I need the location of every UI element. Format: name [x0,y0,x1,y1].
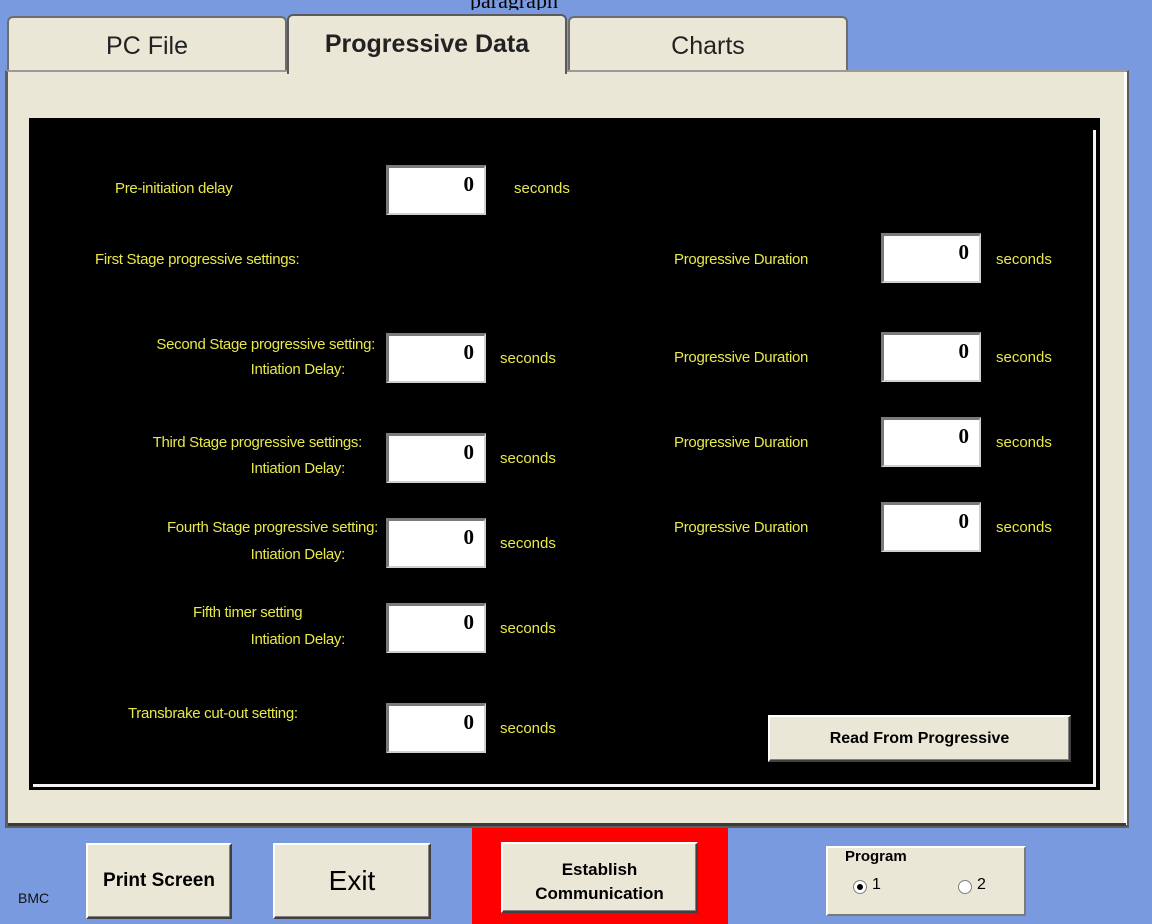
third-stage-initiation-label: Intiation Delay: [250,460,346,477]
second-stage-label: Second Stage progressive setting: [156,336,375,353]
progressive-duration-2-input[interactable]: 0 [881,332,981,382]
third-stage-delay-input[interactable]: 0 [386,433,486,483]
establish-line-2: Communication [535,884,664,903]
fourth-stage-initiation-label: Intiation Delay: [250,546,346,563]
transbrake-cutout-unit: seconds [500,720,556,737]
program-2-radio[interactable] [958,880,972,894]
tab-progressive-data-label: Progressive Data [324,30,530,58]
exit-button[interactable]: Exit [273,843,431,919]
progressive-duration-2-label: Progressive Duration [674,349,809,366]
program-2-label: 2 [977,876,986,893]
progressive-duration-4-input[interactable]: 0 [881,502,981,552]
third-stage-label: Third Stage progressive settings: [152,434,363,451]
progressive-duration-1-label: Progressive Duration [674,251,809,268]
print-screen-button[interactable]: Print Screen [86,843,232,919]
bmc-label: BMC [18,890,50,906]
establish-line-1: Establish [561,860,638,879]
program-groupbox-title: Program [842,848,910,865]
second-stage-delay-unit: seconds [500,350,556,367]
top-caption: paragraph [470,0,690,10]
second-stage-initiation-label: Intiation Delay: [250,361,346,378]
tab-progressive-data[interactable]: Progressive Data [287,14,567,74]
tab-charts[interactable]: Charts [568,16,848,72]
program-1-radio[interactable] [853,880,867,894]
fifth-timer-delay-input[interactable]: 0 [386,603,486,653]
fourth-stage-delay-input[interactable]: 0 [386,518,486,568]
fourth-stage-label: Fourth Stage progressive setting: [166,519,378,536]
third-stage-delay-unit: seconds [500,450,556,467]
progressive-duration-4-label: Progressive Duration [674,519,809,536]
fourth-stage-delay-unit: seconds [500,535,556,552]
second-stage-delay-input[interactable]: 0 [386,333,486,383]
progressive-duration-3-label: Progressive Duration [674,434,809,451]
progressive-duration-1-unit: seconds [996,251,1052,268]
first-stage-label: First Stage progressive settings: [95,251,300,268]
fifth-timer-delay-unit: seconds [500,620,556,637]
fifth-timer-label: Fifth timer setting [193,604,303,621]
pre-initiation-delay-label: Pre-initiation delay [115,180,233,197]
progressive-duration-3-unit: seconds [996,434,1052,451]
transbrake-cutout-label: Transbrake cut-out setting: [128,705,298,722]
progressive-duration-2-unit: seconds [996,349,1052,366]
tab-pc-file[interactable]: PC File [7,16,287,72]
pre-initiation-delay-input[interactable]: 0 [386,165,486,215]
program-1-label: 1 [872,876,881,893]
transbrake-cutout-input[interactable]: 0 [386,703,486,753]
progressive-duration-3-input[interactable]: 0 [881,417,981,467]
progressive-duration-1-input[interactable]: 0 [881,233,981,283]
tab-pc-file-label: PC File [106,32,188,60]
progressive-duration-4-unit: seconds [996,519,1052,536]
read-from-progressive-button[interactable]: Read From Progressive [768,715,1071,762]
tab-charts-label: Charts [671,32,745,60]
fifth-timer-initiation-label: Intiation Delay: [250,631,346,648]
establish-communication-button[interactable]: Establish Communication [501,842,698,913]
pre-initiation-delay-unit: seconds [514,180,570,197]
